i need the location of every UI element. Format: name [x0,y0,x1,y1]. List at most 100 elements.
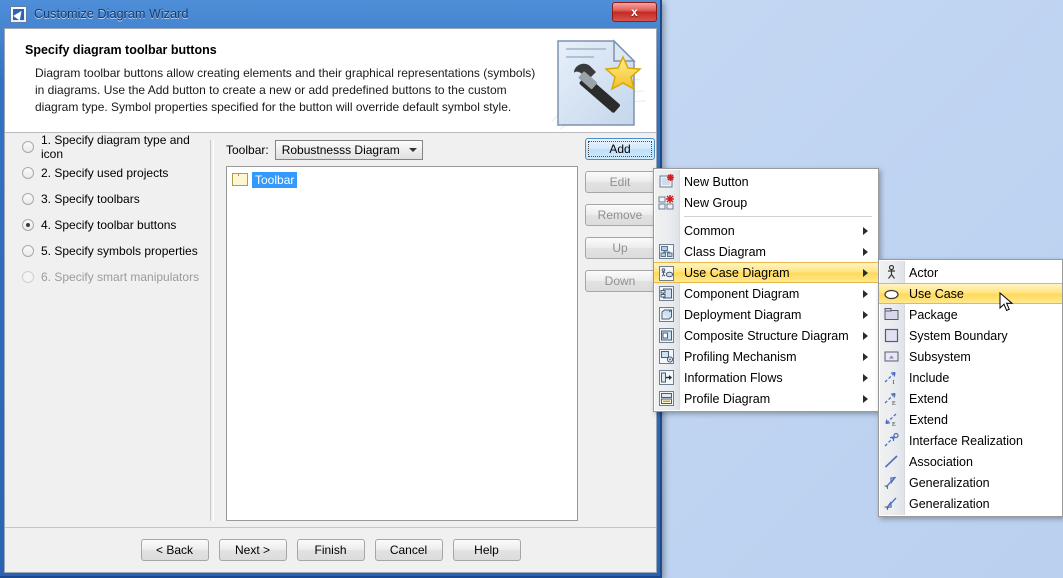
tree-item-label: Toolbar [252,171,298,188]
submenu-arrow-icon [863,310,868,319]
window-title: Customize Diagram Wizard [34,7,189,21]
menu-item-label: Extend [909,391,948,406]
toolbar-label: Toolbar: [226,143,269,157]
submenu-arrow-icon [863,331,868,340]
composite-structure-diagram-icon [658,327,675,344]
cancel-button[interactable]: Cancel [374,539,443,561]
sidebar-item-step-5[interactable]: 5. Specify symbols properties [5,238,210,264]
menu-item-label: Deployment Diagram [684,307,802,322]
menu-item-label: Interface Realization [909,433,1023,448]
menu-item-information-flows[interactable]: Information Flows [654,367,878,388]
menu-item-label: Profile Diagram [684,391,771,406]
radio-icon [22,141,34,153]
help-button[interactable]: Help [452,539,521,561]
menu-item-label: Use Case [909,286,964,301]
new-group-icon [658,194,675,211]
page-title: Specify diagram toolbar buttons [25,43,217,57]
menu-item-label: Include [909,370,950,385]
menu-item-association[interactable]: Association [879,451,1062,472]
deployment-diagram-icon [658,306,675,323]
generalization-reverse-arrow-icon [883,495,900,512]
remove-button: Remove [585,204,655,226]
menu-item-subsystem[interactable]: Subsystem [879,346,1062,367]
menu-item-composite-structure-diagram[interactable]: Composite Structure Diagram [654,325,878,346]
toolbar-tree[interactable]: Toolbar [226,166,578,521]
folder-icon [232,173,248,186]
menu-item-package[interactable]: Package [879,304,1062,325]
menu-item-component-diagram[interactable]: Component Diagram [654,283,878,304]
step-label: 3. Specify toolbars [41,192,140,206]
step-label: 4. Specify toolbar buttons [41,218,177,232]
menu-separator [684,216,872,217]
actor-icon [883,264,900,281]
add-button[interactable]: Add [585,138,655,160]
menu-item-extend-reverse[interactable]: E Extend [879,409,1062,430]
generalization-arrow-icon [883,474,900,491]
subsystem-icon [883,348,900,365]
menu-item-new-button[interactable]: New Button [654,171,878,192]
menu-item-deployment-diagram[interactable]: Deployment Diagram [654,304,878,325]
menu-item-label: Information Flows [684,370,783,385]
menu-item-generalization-reverse[interactable]: Generalization [879,493,1062,514]
use-case-diagram-icon [658,265,675,282]
toolbar-selector-row: Toolbar: Robustnesss Diagram [226,140,423,160]
submenu-arrow-icon [863,352,868,361]
sidebar-item-step-4[interactable]: 4. Specify toolbar buttons [5,212,210,238]
back-button[interactable]: < Back [140,539,209,561]
menu-item-label: Package [909,307,958,322]
association-line-icon [883,453,900,470]
magicdraw-icon [10,5,27,23]
menu-item-extend[interactable]: E Extend [879,388,1062,409]
wizard-header: Specify diagram toolbar buttons Diagram … [5,29,656,133]
information-flows-icon [658,369,675,386]
title-bar[interactable]: Customize Diagram Wizard x [0,0,661,28]
use-case-icon [883,286,900,303]
step-label: 2. Specify used projects [41,166,169,180]
menu-item-include[interactable]: I Include [879,367,1062,388]
menu-item-generalization[interactable]: Generalization [879,472,1062,493]
mouse-cursor [999,291,1015,314]
class-diagram-icon [658,243,675,260]
component-diagram-icon [658,285,675,302]
menu-item-label: System Boundary [909,328,1008,343]
step-label: 1. Specify diagram type and icon [41,133,190,161]
up-button: Up [585,237,655,259]
close-button[interactable]: x [612,2,657,22]
menu-item-use-case-diagram[interactable]: Use Case Diagram [654,262,878,283]
menu-item-new-group[interactable]: New Group [654,192,878,213]
menu-item-class-diagram[interactable]: Class Diagram [654,241,878,262]
page-description: Diagram toolbar buttons allow creating e… [35,66,536,114]
sidebar-item-step-3[interactable]: 3. Specify toolbars [5,186,210,212]
menu-item-profiling-mechanism[interactable]: Profiling Mechanism [654,346,878,367]
menu-item-common[interactable]: Common [654,220,878,241]
menu-item-actor[interactable]: Actor [879,262,1062,283]
toolbar-dropdown[interactable]: Robustnesss Diagram [274,140,423,160]
customize-diagram-wizard-dialog: Customize Diagram Wizard x Specify diagr… [0,0,662,578]
menu-item-system-boundary[interactable]: System Boundary [879,325,1062,346]
submenu-arrow-icon [863,394,868,403]
tree-item-toolbar[interactable]: Toolbar [232,171,577,188]
radio-icon [22,193,34,205]
menu-item-label: Actor [909,265,939,280]
add-context-menu: New Button New Group Common Class Diagra… [653,168,879,412]
step-label: 5. Specify symbols properties [41,244,198,258]
submenu-arrow-icon [863,247,868,256]
dialog-footer: < Back Next > Finish Cancel Help [5,527,656,572]
sidebar-item-step-2[interactable]: 2. Specify used projects [5,160,210,186]
next-button[interactable]: Next > [218,539,287,561]
svg-text:E: E [892,401,896,407]
panel-divider [210,140,214,521]
finish-button[interactable]: Finish [296,539,365,561]
submenu-arrow-icon [863,289,868,298]
document-hammer-star-icon [540,35,652,131]
use-case-diagram-submenu: Actor Use Case Package System Boundary S… [878,259,1063,517]
sidebar-item-step-1[interactable]: 1. Specify diagram type and icon [5,133,210,161]
extend-reverse-arrow-icon: E [883,411,900,428]
toolbar-dropdown-value: Robustnesss Diagram [281,143,400,157]
svg-text:E: E [892,422,896,428]
menu-item-label: Generalization [909,475,990,490]
menu-item-interface-realization[interactable]: Interface Realization [879,430,1062,451]
menu-item-use-case[interactable]: Use Case [879,283,1062,304]
menu-item-profile-diagram[interactable]: Profile Diagram [654,388,878,409]
svg-text:I: I [893,380,895,386]
